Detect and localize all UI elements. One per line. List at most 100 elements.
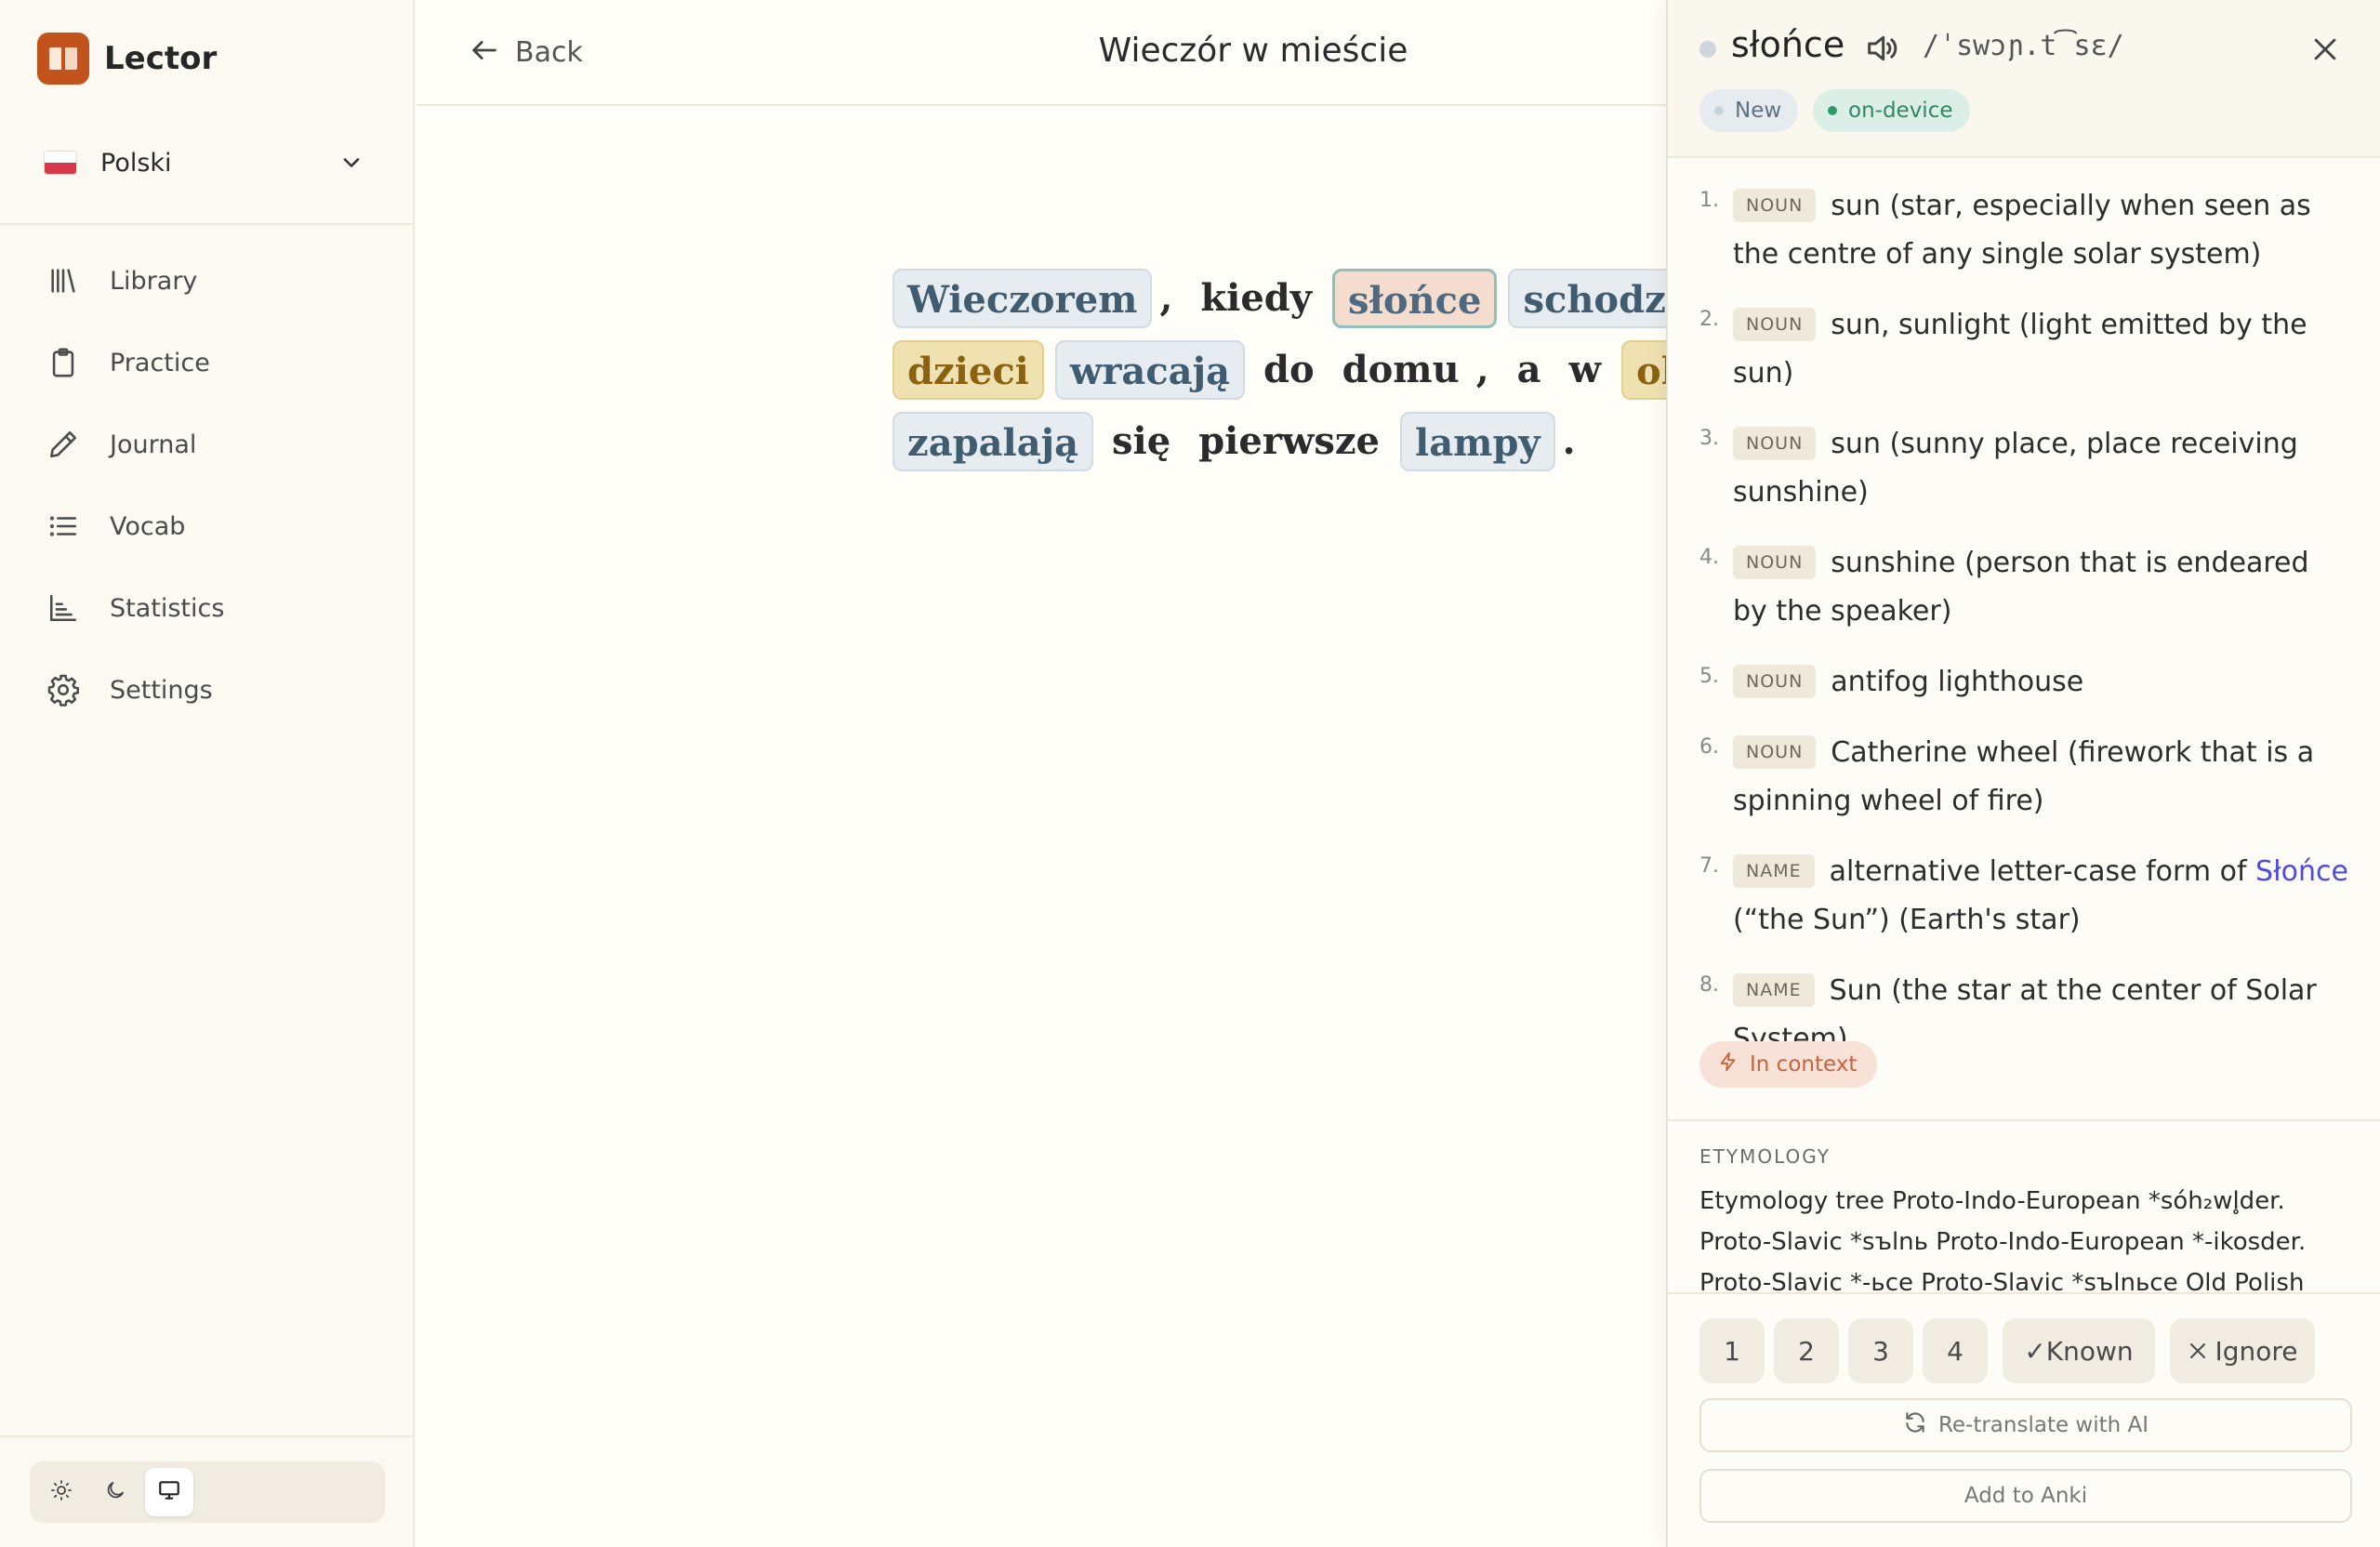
in-context-button[interactable]: In context	[1699, 1041, 1878, 1088]
source-badge-label: on-device	[1848, 99, 1953, 123]
retranslate-button[interactable]: Re-translate with AI	[1699, 1398, 2352, 1452]
sidebar-item-library[interactable]: Library	[26, 240, 389, 322]
app-name: Lector	[104, 40, 218, 77]
etymology-text: Etymology tree Proto-Indo-European *sóh₂…	[1699, 1187, 2307, 1292]
theme-dark-button[interactable]	[91, 1468, 139, 1516]
definition-text: alternative letter-case form of	[1829, 855, 2256, 888]
sidebar-item-label: Vocab	[110, 511, 186, 541]
sun-icon	[50, 1479, 73, 1505]
word-token[interactable]: pierwsze	[1191, 412, 1387, 471]
rate-1-button[interactable]: 1	[1699, 1318, 1765, 1383]
definition-item: 1. NOUN sun (star, especially when seen as…	[1699, 182, 2350, 279]
word-detail-panel: słońce /ˈswɔɲ.t͡sɛ/ New on-device 1. NOUN…	[1666, 0, 2380, 1547]
definition-number: 3.	[1699, 427, 1719, 450]
etymology-title: ETYMOLOGY	[1699, 1145, 1831, 1168]
lightning-icon	[1718, 1051, 1739, 1078]
definition-text: Catherine wheel (firework that is a spin…	[1733, 736, 2315, 817]
word-token[interactable]: się	[1104, 412, 1178, 471]
sidebar-divider	[0, 1435, 413, 1437]
list-icon	[45, 508, 82, 545]
definition-number: 1.	[1699, 189, 1719, 212]
retranslate-label: Re-translate with AI	[1937, 1413, 2149, 1437]
definition-text: antifog lighthouse	[1831, 666, 2084, 698]
word-token[interactable]: a	[1510, 340, 1549, 400]
in-context-label: In context	[1750, 1052, 1858, 1077]
gear-icon	[45, 671, 82, 708]
word-token[interactable]: wracają	[1054, 339, 1245, 400]
word-token[interactable]: Wieczorem	[892, 268, 1153, 328]
library-icon	[45, 262, 82, 299]
known-button[interactable]: ✓Known	[2003, 1318, 2155, 1383]
brand[interactable]: Lector	[37, 32, 217, 86]
sidebar-item-settings[interactable]: Settings	[26, 649, 389, 731]
definition-number: 4.	[1699, 546, 1719, 569]
sidebar-item-label: Library	[110, 266, 198, 296]
ignore-label: Ignore	[2215, 1335, 2298, 1367]
definition-number: 8.	[1699, 973, 1719, 997]
status-badge-label: New	[1735, 99, 1782, 123]
definition-number: 6.	[1699, 735, 1719, 759]
definition-item: 3. NOUN sun (sunny place, place receiving …	[1699, 420, 2350, 517]
definition-text: sun, sunlight (light emitted by the sun)	[1733, 309, 2307, 390]
sidebar-item-vocab[interactable]: Vocab	[26, 485, 389, 567]
definition-link[interactable]: Słońce	[2255, 855, 2348, 888]
word-token[interactable]: zapalają	[892, 411, 1094, 471]
part-of-speech-badge: NOUN	[1733, 546, 1817, 579]
sidebar-item-journal[interactable]: Journal	[26, 403, 389, 485]
word-token[interactable]: lampy	[1400, 411, 1555, 471]
rate-3-button[interactable]: 3	[1848, 1318, 1913, 1383]
language-select[interactable]: Polski	[45, 138, 376, 188]
add-to-anki-label: Add to Anki	[1964, 1484, 2088, 1508]
panel-footer: 1 2 3 4 ✓Known Ignore Re-translate with …	[1668, 1292, 2380, 1547]
sidebar-nav: Library Practice Journal Vocab Statistic…	[26, 240, 389, 731]
add-to-anki-button[interactable]: Add to Anki	[1699, 1469, 2352, 1523]
close-icon[interactable]	[2309, 33, 2341, 69]
definition-text: sun (star, especially when seen as the c…	[1733, 190, 2311, 271]
moon-icon	[104, 1479, 126, 1505]
definition-text: sunshine (person that is endeared by the…	[1733, 547, 2309, 628]
part-of-speech-badge: NOUN	[1733, 665, 1817, 698]
sidebar-item-statistics[interactable]: Statistics	[26, 567, 389, 649]
definition-item: 7. NAME alternative letter-case form of Sł…	[1699, 848, 2350, 945]
definitions-list: 1. NOUN sun (star, especially when seen as…	[1699, 182, 2350, 1086]
status-dot	[1699, 41, 1716, 58]
status-badge: New	[1699, 89, 1799, 132]
sidebar-item-label: Statistics	[110, 593, 225, 623]
speaker-icon[interactable]	[1863, 30, 1900, 71]
reader-header: Back Wieczór w mieście	[416, 0, 1666, 106]
close-icon	[2187, 1340, 2209, 1362]
word-token[interactable]: w	[1562, 340, 1608, 400]
part-of-speech-badge: NAME	[1733, 973, 1815, 1007]
definition-text: (“the Sun”) (Earth's star)	[1733, 904, 2081, 936]
word-token[interactable]: dzieci	[892, 339, 1044, 400]
sidebar-divider	[0, 223, 413, 225]
theme-light-button[interactable]	[37, 1468, 86, 1516]
word-token[interactable]: kiedy	[1193, 269, 1319, 328]
definition-item: 4. NOUN sunshine (person that is endeared …	[1699, 539, 2350, 636]
punctuation: ,	[1159, 276, 1173, 320]
pencil-icon	[45, 426, 82, 463]
refresh-icon	[1903, 1410, 1927, 1440]
word-token-selected[interactable]: słońce	[1331, 268, 1498, 328]
sidebar-item-practice[interactable]: Practice	[26, 322, 389, 403]
sidebar-item-label: Settings	[110, 675, 213, 705]
clipboard-icon	[45, 344, 82, 381]
rate-2-button[interactable]: 2	[1774, 1318, 1839, 1383]
theme-system-button[interactable]	[145, 1468, 193, 1516]
part-of-speech-badge: NAME	[1733, 854, 1815, 888]
source-badge: on-device	[1813, 89, 1970, 132]
ignore-button[interactable]: Ignore	[2170, 1318, 2315, 1383]
rate-4-button[interactable]: 4	[1923, 1318, 1988, 1383]
word-token[interactable]: do	[1256, 340, 1322, 400]
definition-text: sun (sunny place, place receiving sunshi…	[1733, 428, 2298, 509]
definition-item: 6. NOUN Catherine wheel (firework that is …	[1699, 729, 2350, 826]
sidebar: Lector Polski Library Practice Journal V…	[0, 0, 415, 1547]
sidebar-item-label: Practice	[110, 348, 210, 377]
punctuation: ,	[1475, 348, 1489, 391]
bar-chart-icon	[45, 589, 82, 627]
part-of-speech-badge: NOUN	[1733, 735, 1817, 769]
theme-switcher	[30, 1461, 385, 1523]
definition-item: 5. NOUN antifog lighthouse	[1699, 658, 2350, 707]
word-token[interactable]: domu	[1335, 340, 1467, 400]
book-logo-icon	[37, 33, 89, 85]
